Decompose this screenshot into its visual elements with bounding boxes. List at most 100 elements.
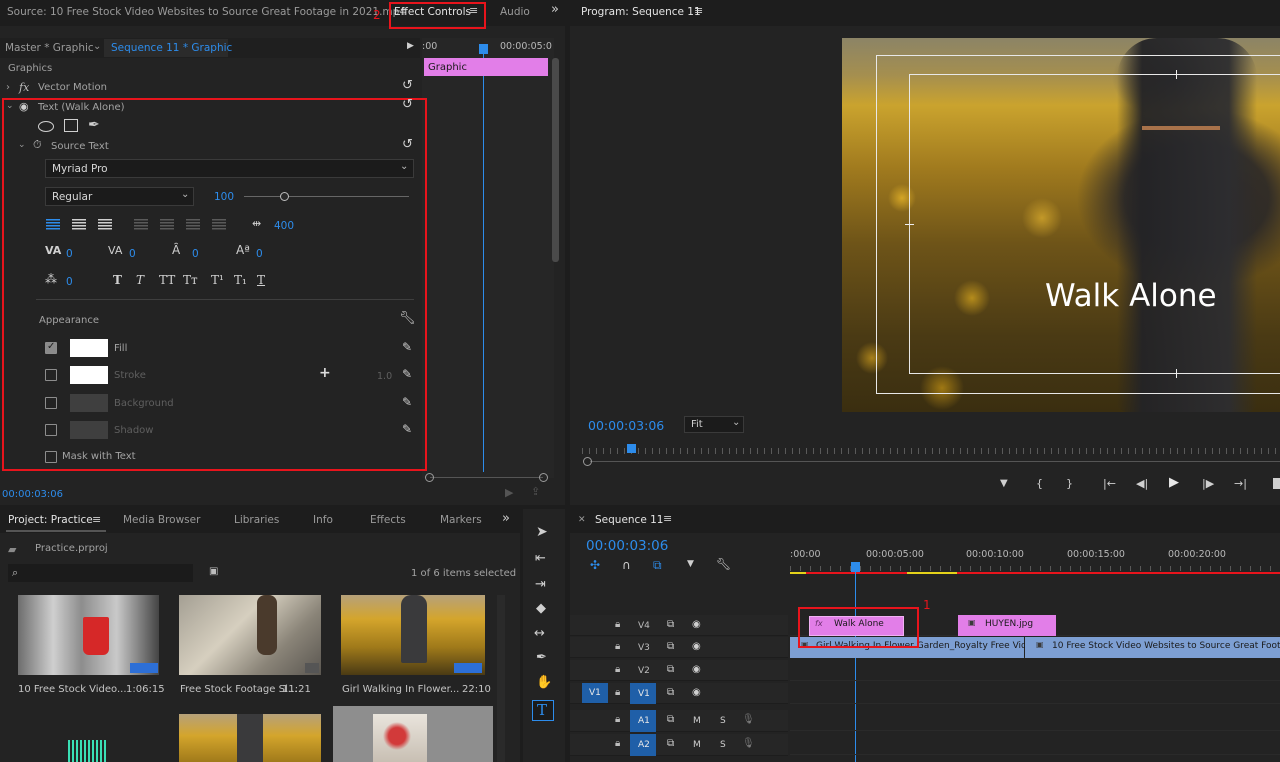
mute-button[interactable]: M <box>693 740 701 750</box>
eyedropper-icon[interactable]: ✎ <box>402 367 412 381</box>
rectangle-mask-icon[interactable] <box>64 119 78 132</box>
mark-out-button[interactable]: } <box>1066 477 1073 490</box>
justify-option-icon[interactable] <box>134 219 148 230</box>
align-option-icon[interactable] <box>72 219 86 230</box>
lift-button[interactable] <box>1273 478 1280 489</box>
kerning-value[interactable]: 0 <box>66 248 73 260</box>
reset-icon[interactable]: ↺ <box>402 78 413 93</box>
timeline-playhead-head[interactable] <box>851 562 860 572</box>
overflow-chevron-icon[interactable]: » <box>502 511 510 526</box>
project-item-name[interactable]: Free Stock Footage Sl... <box>180 684 297 695</box>
vector-motion-label[interactable]: Vector Motion <box>38 82 107 93</box>
ec-playhead-head[interactable] <box>479 44 488 54</box>
master-clip-label[interactable]: Master * Graphic <box>5 42 94 54</box>
pen-tool-icon[interactable]: ✒ <box>536 650 547 665</box>
go-to-in-button[interactable]: |← <box>1103 477 1116 490</box>
mute-button[interactable]: M <box>693 716 701 726</box>
track-lane[interactable] <box>790 660 1280 681</box>
add-plus-icon[interactable]: + <box>319 365 331 381</box>
hand-tool-icon[interactable]: ✋ <box>536 675 552 690</box>
collapse-arrow-icon[interactable]: ⌄ <box>6 101 14 111</box>
tracking2-value[interactable]: 0 <box>129 248 136 260</box>
microphone-icon[interactable]: 🎙︎ <box>742 714 755 725</box>
tab-markers[interactable]: Markers <box>440 514 482 526</box>
selection-tool-icon[interactable]: ➤ <box>536 524 548 540</box>
faux-bold-button[interactable]: T <box>113 273 122 287</box>
reset-icon[interactable]: ↺ <box>402 97 413 112</box>
chevron-down-icon[interactable]: ⌄ <box>400 161 408 172</box>
wrench-icon[interactable]: 🔧︎ <box>399 311 416 326</box>
pen-mask-icon[interactable]: ✒ <box>88 117 100 133</box>
overflow-chevron-icon[interactable]: » <box>551 2 559 17</box>
justify-option-icon[interactable] <box>186 219 200 230</box>
eye-visibility-icon[interactable]: ◉ <box>19 100 29 113</box>
lock-icon[interactable]: 🔒︎ <box>615 687 620 698</box>
zoom-scroll-handle[interactable] <box>583 457 592 466</box>
program-monitor-title[interactable]: Program: Sequence 11 <box>581 6 701 18</box>
small-caps-button[interactable]: Tт <box>183 273 198 287</box>
ec-timecode[interactable]: 00:00:03:06 <box>2 489 63 500</box>
text-layer-label[interactable]: Text (Walk Alone) <box>38 102 125 113</box>
chevron-down-icon[interactable]: ⌄ <box>732 417 740 428</box>
go-to-out-button[interactable]: →| <box>1234 477 1247 490</box>
eyedropper-icon[interactable]: ✎ <box>402 395 412 409</box>
solo-button[interactable]: S <box>720 716 726 726</box>
eyedropper-icon[interactable]: ✎ <box>402 340 412 354</box>
snap-magnet-icon[interactable]: ∩ <box>622 558 631 572</box>
lock-icon[interactable]: 🔒︎ <box>615 664 620 675</box>
stopwatch-icon[interactable]: ⏱ <box>33 138 42 152</box>
faux-italic-button[interactable]: T <box>136 273 144 287</box>
nest-icon[interactable]: ✣ <box>590 558 600 572</box>
all-caps-button[interactable]: TT <box>159 273 175 287</box>
step-forward-button[interactable]: |▶ <box>1202 477 1214 490</box>
thumb-flower-field[interactable] <box>341 595 485 675</box>
add-marker-button[interactable]: ▼ <box>1000 478 1008 489</box>
eyedropper-icon[interactable]: ✎ <box>402 422 412 436</box>
thumb-coffee-machine[interactable] <box>18 595 159 675</box>
tab-libraries[interactable]: Libraries <box>234 514 279 526</box>
justify-option-icon[interactable] <box>212 219 226 230</box>
eye-visibility-icon[interactable]: ◉ <box>692 664 701 675</box>
lock-icon[interactable]: 🔒︎ <box>615 619 620 630</box>
play-button[interactable]: ▶ <box>1169 475 1179 490</box>
sync-lock-icon[interactable]: ⧉ <box>667 738 674 749</box>
project-item-name[interactable]: 10 Free Stock Video... <box>18 684 127 695</box>
font-size-value[interactable]: 100 <box>214 191 234 203</box>
project-scrollbar[interactable] <box>497 595 505 762</box>
leading-value[interactable]: 0 <box>192 248 199 260</box>
mark-in-button[interactable]: { <box>1036 477 1043 490</box>
project-item-name[interactable]: Girl Walking In Flower... <box>342 684 459 695</box>
tab-project[interactable]: Project: Practice <box>8 514 93 526</box>
thumb-flower-field-2[interactable] <box>179 714 321 762</box>
fill-checkbox[interactable]: ✓ <box>45 341 57 354</box>
panel-menu-icon[interactable]: ≡ <box>694 4 703 17</box>
tab-audio[interactable]: Audio <box>500 6 530 18</box>
underline-button[interactable]: T <box>257 273 265 287</box>
filter-icon[interactable]: ▶ <box>505 486 513 499</box>
background-color-swatch[interactable] <box>70 394 108 412</box>
thumb-portrait[interactable] <box>333 706 493 762</box>
program-playhead[interactable] <box>627 444 636 453</box>
background-checkbox[interactable] <box>45 397 57 409</box>
tab-source[interactable]: Source: 10 Free Stock Video Websites to … <box>7 6 406 18</box>
microphone-icon[interactable]: 🎙︎ <box>742 738 755 749</box>
lock-icon[interactable]: 🔒︎ <box>615 738 620 749</box>
sync-lock-icon[interactable]: ⧉ <box>667 641 674 652</box>
export-icon[interactable]: ⇪ <box>531 485 540 498</box>
tab-effects[interactable]: Effects <box>370 514 406 526</box>
baseline-value[interactable]: 0 <box>256 248 263 260</box>
ripple-edit-tool-icon[interactable]: ⇥ <box>535 577 546 592</box>
video-frame[interactable]: Walk Alone <box>842 38 1280 412</box>
tab-info[interactable]: Info <box>313 514 333 526</box>
mask-with-text-checkbox[interactable] <box>45 451 57 463</box>
timeline-title[interactable]: Sequence 11 <box>595 514 664 526</box>
collapse-arrow-icon[interactable]: ⌄ <box>18 140 26 150</box>
sequence-clip-label[interactable]: Sequence 11 * Graphic <box>111 42 232 54</box>
lock-icon[interactable]: 🔒︎ <box>615 641 620 652</box>
eye-visibility-icon[interactable]: ◉ <box>692 641 701 652</box>
step-back-button[interactable]: ◀| <box>1136 477 1148 490</box>
scroll-handle-left[interactable] <box>425 473 434 482</box>
razor-tool-icon[interactable]: ◆ <box>536 601 546 616</box>
track-lane[interactable] <box>790 710 1280 731</box>
tracking-value[interactable]: 400 <box>274 220 294 232</box>
